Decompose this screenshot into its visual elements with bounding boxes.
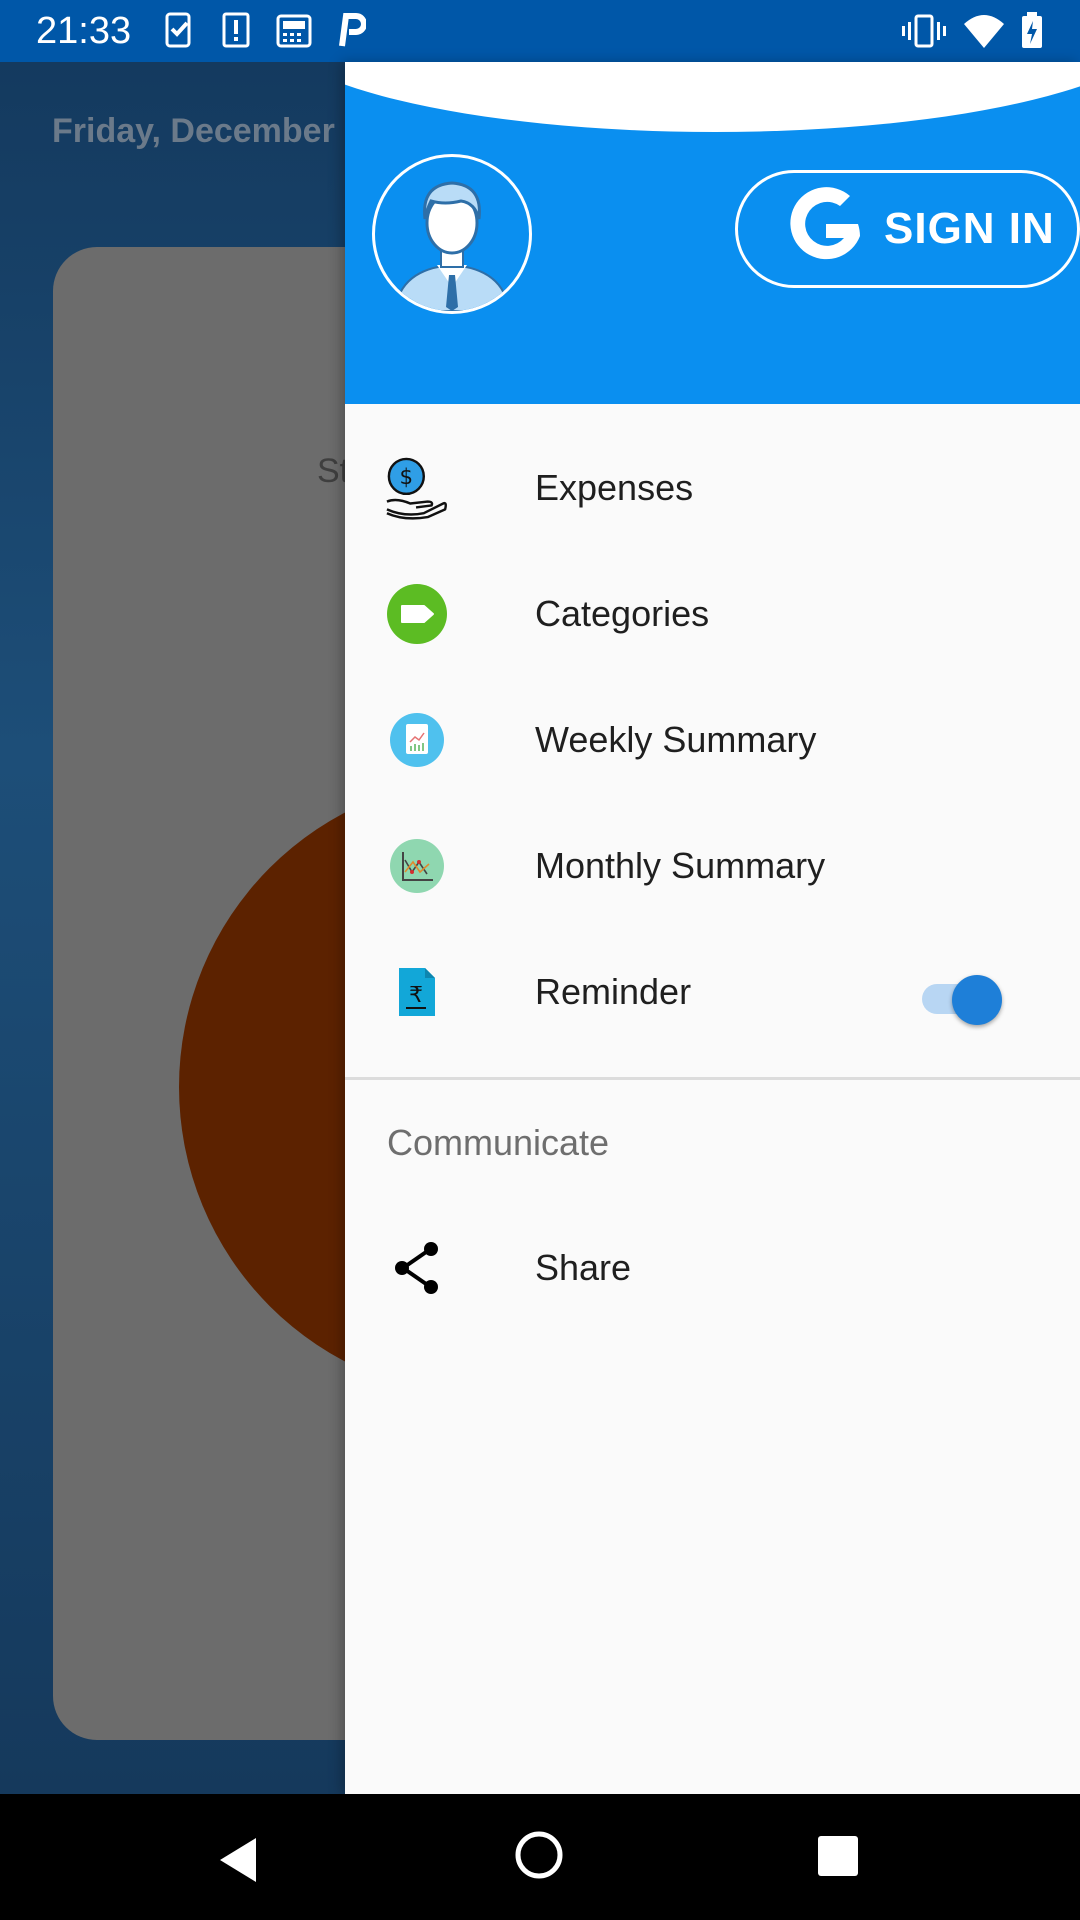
share-icon (385, 1236, 449, 1300)
battery-charging-icon (1020, 12, 1044, 55)
back-icon[interactable] (216, 1836, 260, 1889)
svg-text:₹: ₹ (409, 983, 423, 1008)
vibrate-icon (902, 12, 946, 55)
svg-text:$: $ (400, 465, 414, 490)
status-time: 21:33 (36, 10, 132, 52)
menu-label-expenses: Expenses (535, 467, 694, 508)
categories-icon (385, 582, 449, 646)
recents-icon[interactable] (816, 1834, 860, 1883)
task-check-icon (164, 12, 194, 55)
weekly-summary-icon (385, 708, 449, 772)
menu-item-monthly-summary[interactable]: Monthly Summary (345, 806, 1080, 926)
sign-in-label: SIGN IN (884, 204, 1055, 253)
menu-label-share: Share (535, 1247, 632, 1288)
home-icon[interactable] (514, 1830, 564, 1885)
menu-item-share[interactable]: Share (345, 1208, 1080, 1328)
menu-item-expenses[interactable]: $ Expenses (345, 428, 1080, 548)
menu-label-reminder: Reminder (535, 971, 692, 1012)
wifi-icon (962, 12, 1006, 55)
menu-item-categories[interactable]: Categories (345, 554, 1080, 674)
user-avatar-icon[interactable] (372, 154, 532, 314)
menu-label-categories: Categories (535, 593, 710, 634)
monthly-summary-icon (385, 834, 449, 898)
navigation-drawer: SIGN IN $ Expenses Categories Weekly Sum… (345, 62, 1080, 1794)
section-title-communicate: Communicate (387, 1122, 610, 1163)
menu-label-weekly-summary: Weekly Summary (535, 719, 817, 760)
p-app-icon (336, 12, 367, 55)
google-sign-in-button[interactable]: SIGN IN (735, 170, 1080, 288)
expenses-icon: $ (385, 456, 449, 520)
reminder-toggle[interactable] (920, 972, 1002, 1025)
divider (345, 1077, 1080, 1080)
drawer-header: SIGN IN (345, 62, 1080, 404)
navigation-bar (0, 1794, 1080, 1920)
google-g-icon (780, 184, 870, 274)
header-curve (345, 62, 1080, 132)
news-icon (276, 12, 312, 55)
background-date: Friday, December (52, 112, 335, 150)
toggle-thumb (952, 975, 1002, 1025)
menu-item-reminder[interactable]: ₹ Reminder (345, 932, 1080, 1052)
alert-icon (222, 12, 250, 55)
menu-item-weekly-summary[interactable]: Weekly Summary (345, 680, 1080, 800)
menu-label-monthly-summary: Monthly Summary (535, 845, 826, 886)
status-bar: 21:33 (0, 0, 1080, 62)
reminder-icon: ₹ (385, 960, 449, 1024)
